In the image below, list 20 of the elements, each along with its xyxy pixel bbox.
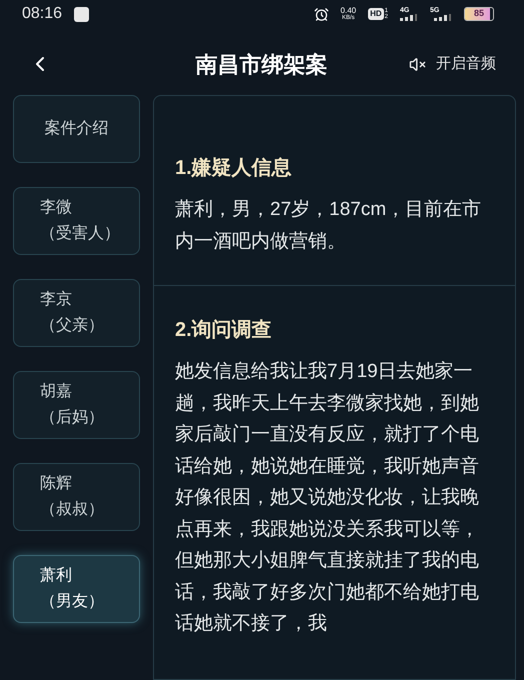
mute-icon[interactable] <box>409 56 426 72</box>
hd-badge: HD <box>368 8 384 20</box>
status-time: 08:16 <box>22 4 62 24</box>
signal-icon <box>400 14 418 21</box>
page-title: 南昌市绑架案 <box>194 50 328 78</box>
sidebar-tab[interactable]: 萧利 （男友） <box>13 555 140 623</box>
section-heading: 2.询问调查 <box>175 318 273 343</box>
sidebar-tab[interactable]: 胡嘉 （后妈） <box>13 371 140 439</box>
audio-toggle[interactable]: 开启音频 <box>409 52 496 76</box>
sidebar-tab[interactable]: 李微 （受害人） <box>13 187 140 255</box>
battery-icon: 85 <box>464 7 494 21</box>
section-text: 她发信息给我让我7月19日去她家一趟，我昨天上午去李微家找她，到她家后敲门一直没有反应，就打了个电话给她，她说她在睡觉，我听她声音好像很困，她又说她没化妆，让我晚点再来，我跟她说没关系我可以等，但她那大小姐脾气直接就挂了我的电话，我敲了好多次门她都不给她打电话她就不接了，我 <box>175 360 480 636</box>
speed-value: 0.40 <box>340 7 356 15</box>
sidebar-tab[interactable]: 陈辉 （叔叔） <box>13 463 140 531</box>
sidebar-tab[interactable]: 李京 （父亲） <box>13 279 140 347</box>
section-heading: 1.嫌疑人信息 <box>175 156 293 181</box>
app-icon <box>74 6 90 22</box>
section-text: 萧利，男，27岁，187cm，目前在市内一酒吧内做营销。 <box>175 198 482 254</box>
alarm-icon <box>314 6 329 22</box>
sidebar-tab[interactable]: 案件介绍 <box>13 95 140 163</box>
